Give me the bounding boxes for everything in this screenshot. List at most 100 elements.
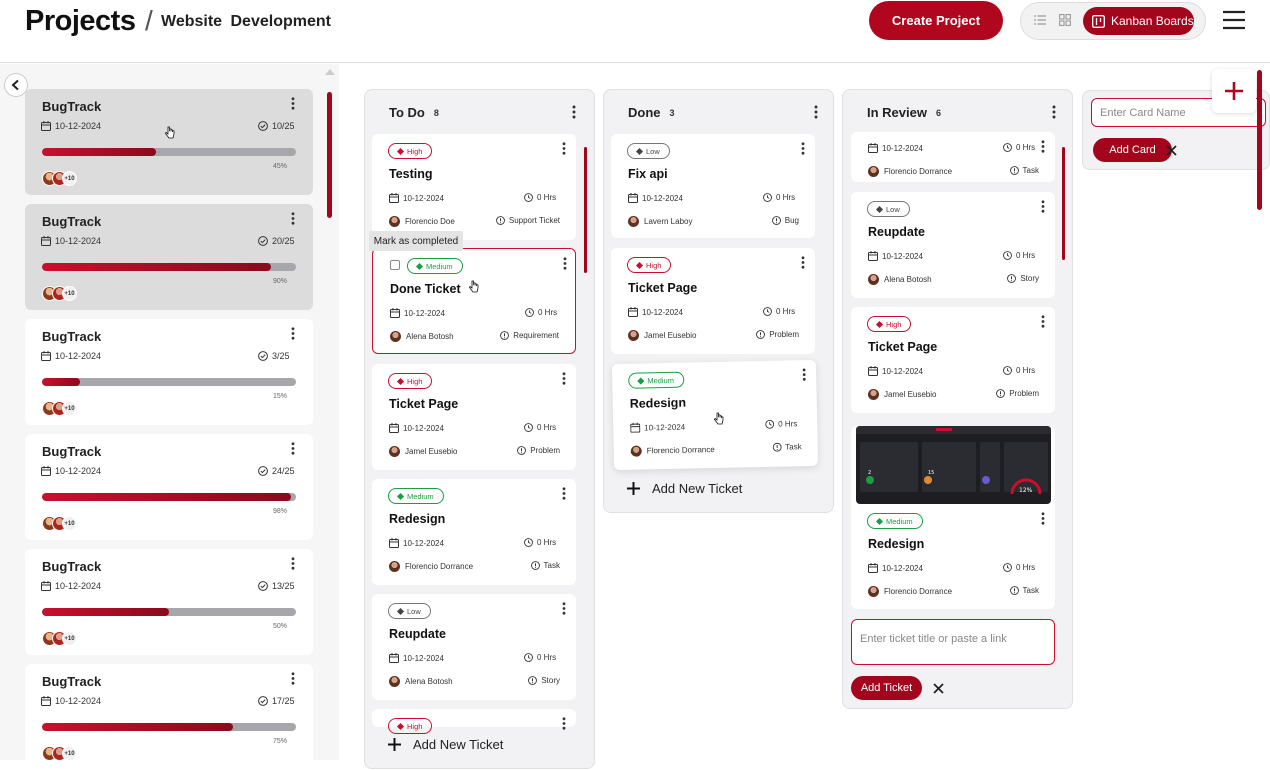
- ticket-card[interactable]: 10-12-20240 HrsFlorencio DorranceTask: [851, 132, 1055, 182]
- list-view-icon[interactable]: [1034, 14, 1046, 26]
- scroll-up-arrow[interactable]: [325, 69, 335, 75]
- assignee-name: Lavern Laboy: [644, 217, 692, 226]
- calendar-icon: [41, 121, 51, 131]
- complete-checkbox[interactable]: [390, 260, 400, 270]
- column-menu-icon[interactable]: [572, 105, 576, 119]
- more-vertical-icon[interactable]: [1041, 512, 1045, 525]
- add-new-ticket-done[interactable]: Add New Ticket: [627, 481, 742, 496]
- assignee-name: Florencio Dorrance: [884, 167, 952, 176]
- more-vertical-icon[interactable]: [291, 212, 295, 225]
- add-ticket-button[interactable]: Add Ticket: [851, 676, 922, 700]
- project-card[interactable]: BugTrack10-12-202424/2598%+10: [25, 434, 313, 540]
- project-name: BugTrack: [42, 674, 101, 689]
- close-icon[interactable]: [1166, 145, 1177, 156]
- board-scrollbar[interactable]: [1257, 70, 1262, 210]
- priority-diamond-icon: [397, 377, 404, 384]
- project-card[interactable]: BugTrack10-12-202413/2550%+10: [25, 549, 313, 655]
- grid-view-icon[interactable]: [1059, 14, 1071, 26]
- add-column-button[interactable]: [1212, 69, 1256, 113]
- ticket-title: Done Ticket: [390, 282, 461, 296]
- assignee-name: Florencio Dorrance: [884, 587, 952, 596]
- more-vertical-icon[interactable]: [802, 368, 806, 381]
- ticket-card[interactable]: LowFix api10-12-20240 HrsLavern LaboyBug: [611, 134, 815, 238]
- more-vertical-icon[interactable]: [291, 442, 295, 455]
- add-new-ticket-label: Add New Ticket: [652, 481, 742, 496]
- more-vertical-icon[interactable]: [562, 717, 566, 730]
- priority-tag-medium: Medium: [628, 372, 684, 389]
- more-vertical-icon[interactable]: [1041, 200, 1045, 213]
- ticket-card[interactable]: MediumRedesign10-12-20240 HrsFlorencio D…: [851, 504, 1055, 609]
- close-icon[interactable]: [933, 683, 944, 694]
- progress-bar: [42, 493, 296, 501]
- more-vertical-icon[interactable]: [291, 557, 295, 570]
- priority-tag-high: High: [867, 316, 911, 332]
- avatar: [389, 446, 400, 457]
- project-name: BugTrack: [42, 214, 101, 229]
- progress-percent: 45%: [273, 163, 287, 170]
- ticket-title-input[interactable]: Enter ticket title or paste a link: [851, 619, 1055, 665]
- check-circle-icon: [258, 466, 268, 476]
- project-card[interactable]: BugTrack10-12-20243/2515%+10: [25, 319, 313, 425]
- calendar-icon: [389, 193, 399, 203]
- more-vertical-icon[interactable]: [801, 256, 805, 269]
- priority-tag-high: High: [388, 373, 432, 389]
- more-vertical-icon[interactable]: [1041, 315, 1045, 328]
- dashboard-screenshot-thumbnail: 12% 2 15: [856, 426, 1051, 504]
- review-scrollbar[interactable]: [1062, 147, 1065, 260]
- more-members-badge: +10: [62, 746, 77, 761]
- kanban-boards-button[interactable]: Kanban Boards: [1083, 7, 1194, 35]
- ticket-card[interactable]: MediumRedesign10-12-20240 HrsFlorencio D…: [372, 479, 576, 585]
- more-vertical-icon[interactable]: [1041, 140, 1045, 153]
- ticket-date-text: 10-12-2024: [642, 308, 683, 317]
- project-list-scrollbar[interactable]: [327, 92, 332, 218]
- ticket-card[interactable]: LowReupdate10-12-20240 HrsAlena BotoshSt…: [851, 192, 1055, 298]
- progress-percent: 15%: [273, 393, 287, 400]
- more-vertical-icon[interactable]: [562, 142, 566, 155]
- column-menu-icon[interactable]: [814, 105, 818, 119]
- create-project-button[interactable]: Create Project: [869, 1, 1003, 40]
- ticket-type: Problem: [756, 330, 799, 339]
- ticket-card[interactable]: HighTicket Page10-12-20240 HrsJamel Euse…: [611, 248, 815, 354]
- project-card[interactable]: BugTrack10-12-202410/2545%+10: [25, 89, 313, 195]
- project-card[interactable]: BugTrack10-12-202417/2575%+10: [25, 664, 313, 770]
- priority-label: Low: [646, 147, 660, 156]
- more-vertical-icon[interactable]: [563, 257, 567, 270]
- project-task-count: 20/25: [258, 236, 295, 246]
- progress-fill: [42, 378, 80, 386]
- ticket-assignee: Florencio Dorrance: [868, 166, 952, 177]
- ticket-type: Story: [528, 676, 560, 685]
- ticket-card[interactable]: HighTicket Page10-12-20240 HrsJamel Euse…: [851, 307, 1055, 413]
- priority-diamond-icon: [636, 147, 643, 154]
- todo-scrollbar[interactable]: [584, 147, 587, 273]
- ticket-date-text: 10-12-2024: [403, 539, 444, 548]
- add-card-button[interactable]: Add Card: [1093, 138, 1172, 162]
- calendar-icon: [628, 307, 638, 317]
- more-vertical-icon[interactable]: [562, 602, 566, 615]
- priority-diamond-icon: [636, 261, 643, 268]
- ticket-card[interactable]: MediumDone Ticket10-12-20240 HrsAlena Bo…: [372, 248, 576, 354]
- more-vertical-icon[interactable]: [291, 97, 295, 110]
- ticket-card[interactable]: HighTicket Page10-12-20240 HrsJamel Euse…: [372, 364, 576, 470]
- more-vertical-icon[interactable]: [801, 142, 805, 155]
- ticket-title: Testing: [389, 167, 433, 181]
- more-vertical-icon[interactable]: [291, 672, 295, 685]
- ticket-date-text: 10-12-2024: [882, 252, 923, 261]
- progress-fill: [42, 263, 271, 271]
- hamburger-menu-icon[interactable]: [1222, 10, 1246, 30]
- add-new-ticket-todo[interactable]: Add New Ticket: [388, 737, 503, 752]
- more-vertical-icon[interactable]: [562, 487, 566, 500]
- ticket-card[interactable]: LowReupdate10-12-20240 HrsAlena BotoshSt…: [372, 594, 576, 700]
- progress-bar: [42, 723, 296, 731]
- column-menu-icon[interactable]: [1052, 105, 1056, 119]
- breadcrumb-project[interactable]: Website Development: [161, 13, 331, 31]
- project-card[interactable]: BugTrack10-12-202420/2590%+10: [25, 204, 313, 310]
- more-vertical-icon[interactable]: [562, 372, 566, 385]
- ticket-card[interactable]: High: [372, 709, 576, 727]
- ticket-type-text: Problem: [1009, 389, 1039, 398]
- more-vertical-icon[interactable]: [291, 327, 295, 340]
- calendar-icon: [868, 366, 878, 376]
- ticket-card[interactable]: HighTesting10-12-20240 HrsFlorencio DoeS…: [372, 134, 576, 240]
- ticket-hours: 0 Hrs: [525, 308, 557, 317]
- ticket-type: Task: [1010, 166, 1039, 175]
- ticket-type: Requirement: [500, 331, 559, 340]
